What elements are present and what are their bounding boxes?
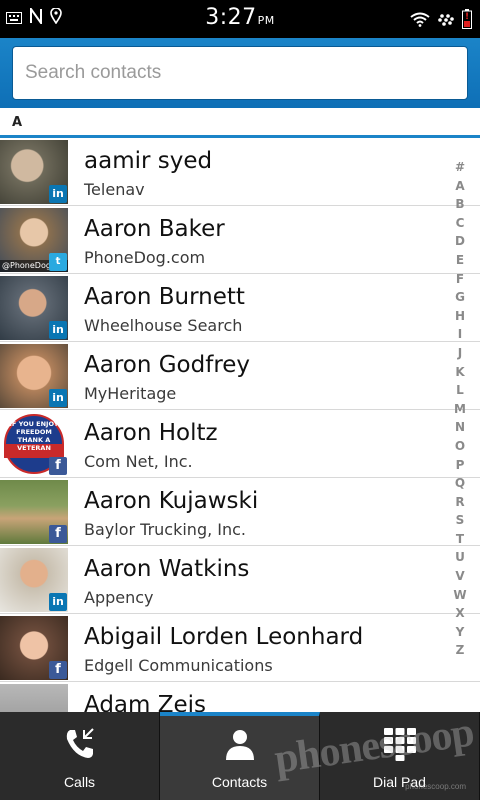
ampm-text: PM — [257, 14, 275, 27]
contact-row[interactable]: in aamir syed Telenav — [0, 138, 480, 206]
avatar: in — [0, 344, 68, 408]
alpha-index-letter[interactable]: E — [456, 251, 464, 270]
battery-icon: ! — [462, 9, 472, 33]
section-header: A — [0, 108, 480, 138]
watermark-url: phonescoop.com — [405, 782, 466, 791]
contact-list[interactable]: in aamir syed Telenav @PhoneDog t Aaron … — [0, 138, 480, 712]
contact-row[interactable]: in Aaron Burnett Wheelhouse Search — [0, 274, 480, 342]
alpha-index-letter[interactable]: L — [456, 381, 464, 400]
contact-row[interactable]: f Abigail Lorden Leonhard Edgell Communi… — [0, 614, 480, 682]
facebook-icon: f — [49, 661, 67, 679]
contact-row[interactable]: in Aaron Godfrey MyHeritage — [0, 342, 480, 410]
avatar: @PhoneDog t — [0, 208, 68, 272]
contact-name: Aaron Baker — [84, 216, 225, 242]
status-time: 3:27PM — [0, 5, 480, 30]
linkedin-icon: in — [49, 389, 67, 407]
contact-company: Wheelhouse Search — [84, 316, 243, 335]
alpha-index-letter[interactable]: Z — [456, 641, 465, 660]
linkedin-icon: in — [49, 321, 67, 339]
contact-name: Aaron Watkins — [84, 556, 250, 582]
contact-name: Aaron Holtz — [84, 420, 218, 446]
alpha-index-letter[interactable]: # — [455, 158, 465, 177]
alpha-index-letter[interactable]: U — [455, 548, 465, 567]
avatar: f — [0, 616, 68, 680]
contact-company: Baylor Trucking, Inc. — [84, 520, 247, 539]
alpha-index-letter[interactable]: H — [455, 307, 465, 326]
avatar-caption: IF YOU ENJOY FREEDOM THANK A VETERAN — [9, 420, 59, 452]
section-letter: A — [12, 115, 23, 130]
linkedin-icon: in — [49, 185, 67, 203]
contact-company: Telenav — [84, 180, 145, 199]
alpha-index-letter[interactable]: X — [455, 604, 464, 623]
search-input[interactable] — [12, 46, 468, 100]
phone-icon — [62, 726, 98, 766]
avatar — [0, 684, 68, 712]
alphabet-index[interactable]: # A B C D E F G H I J K L M N O P Q R S T U V W X Y Z — [448, 158, 472, 660]
contact-name: Aaron Kujawski — [84, 488, 259, 514]
alpha-index-letter[interactable]: D — [455, 232, 465, 251]
status-bar: 3:27PM ! — [0, 0, 480, 38]
contact-company: PhoneDog.com — [84, 248, 206, 267]
linkedin-icon: in — [49, 593, 67, 611]
contact-company: Edgell Communications — [84, 656, 273, 675]
contact-name: Aaron Burnett — [84, 284, 245, 310]
twitter-icon: t — [49, 253, 67, 271]
alpha-index-letter[interactable]: J — [458, 344, 462, 363]
facebook-icon: f — [49, 457, 67, 475]
wifi-icon — [410, 12, 430, 31]
avatar: IF YOU ENJOY FREEDOM THANK A VETERAN f — [0, 412, 68, 476]
tab-contacts[interactable]: Contacts — [160, 712, 320, 800]
alpha-index-letter[interactable]: A — [455, 177, 464, 196]
alpha-index-letter[interactable]: I — [458, 325, 462, 344]
svg-text:!: ! — [465, 12, 469, 22]
alpha-index-letter[interactable]: M — [454, 400, 466, 419]
avatar: in — [0, 548, 68, 612]
contact-company: Com Net, Inc. — [84, 452, 193, 471]
avatar: f — [0, 480, 68, 544]
alpha-index-letter[interactable]: F — [456, 270, 464, 289]
contact-name: Adam Zeis — [84, 692, 207, 712]
alpha-index-letter[interactable]: C — [456, 214, 465, 233]
search-area — [0, 38, 480, 108]
tab-label: Calls — [63, 774, 96, 790]
alpha-index-letter[interactable]: W — [453, 586, 466, 605]
alpha-index-letter[interactable]: S — [456, 511, 465, 530]
contact-row[interactable]: Adam Zeis — [0, 682, 480, 712]
alpha-index-letter[interactable]: K — [455, 363, 464, 382]
contact-row[interactable]: IF YOU ENJOY FREEDOM THANK A VETERAN f A… — [0, 410, 480, 478]
alpha-index-letter[interactable]: B — [455, 195, 464, 214]
avatar-photo — [0, 684, 68, 712]
alpha-index-letter[interactable]: Y — [456, 623, 465, 642]
alpha-index-letter[interactable]: O — [455, 437, 465, 456]
person-icon — [222, 726, 258, 766]
contact-row[interactable]: in Aaron Watkins Appency — [0, 546, 480, 614]
time-text: 3:27 — [205, 5, 257, 30]
facebook-icon: f — [49, 525, 67, 543]
alpha-index-letter[interactable]: G — [455, 288, 465, 307]
tab-calls[interactable]: Calls — [0, 712, 160, 800]
contact-row[interactable]: f Aaron Kujawski Baylor Trucking, Inc. — [0, 478, 480, 546]
alpha-index-letter[interactable]: P — [456, 456, 465, 475]
contact-name: Aaron Godfrey — [84, 352, 251, 378]
contact-company: MyHeritage — [84, 384, 177, 403]
avatar: in — [0, 140, 68, 204]
alpha-index-letter[interactable]: N — [455, 418, 465, 437]
contact-name: aamir syed — [84, 148, 213, 174]
status-right-icons: ! — [410, 9, 472, 33]
alpha-index-letter[interactable]: Q — [455, 474, 465, 493]
dialpad-icon — [382, 726, 418, 766]
avatar: in — [0, 276, 68, 340]
tab-label: Contacts — [211, 774, 268, 790]
alpha-index-letter[interactable]: T — [456, 530, 464, 549]
blackberry-icon — [438, 12, 454, 31]
contact-name: Abigail Lorden Leonhard — [84, 624, 364, 650]
alpha-index-letter[interactable]: V — [455, 567, 464, 586]
alpha-index-letter[interactable]: R — [455, 493, 464, 512]
contact-company: Appency — [84, 588, 154, 607]
contact-row[interactable]: @PhoneDog t Aaron Baker PhoneDog.com — [0, 206, 480, 274]
